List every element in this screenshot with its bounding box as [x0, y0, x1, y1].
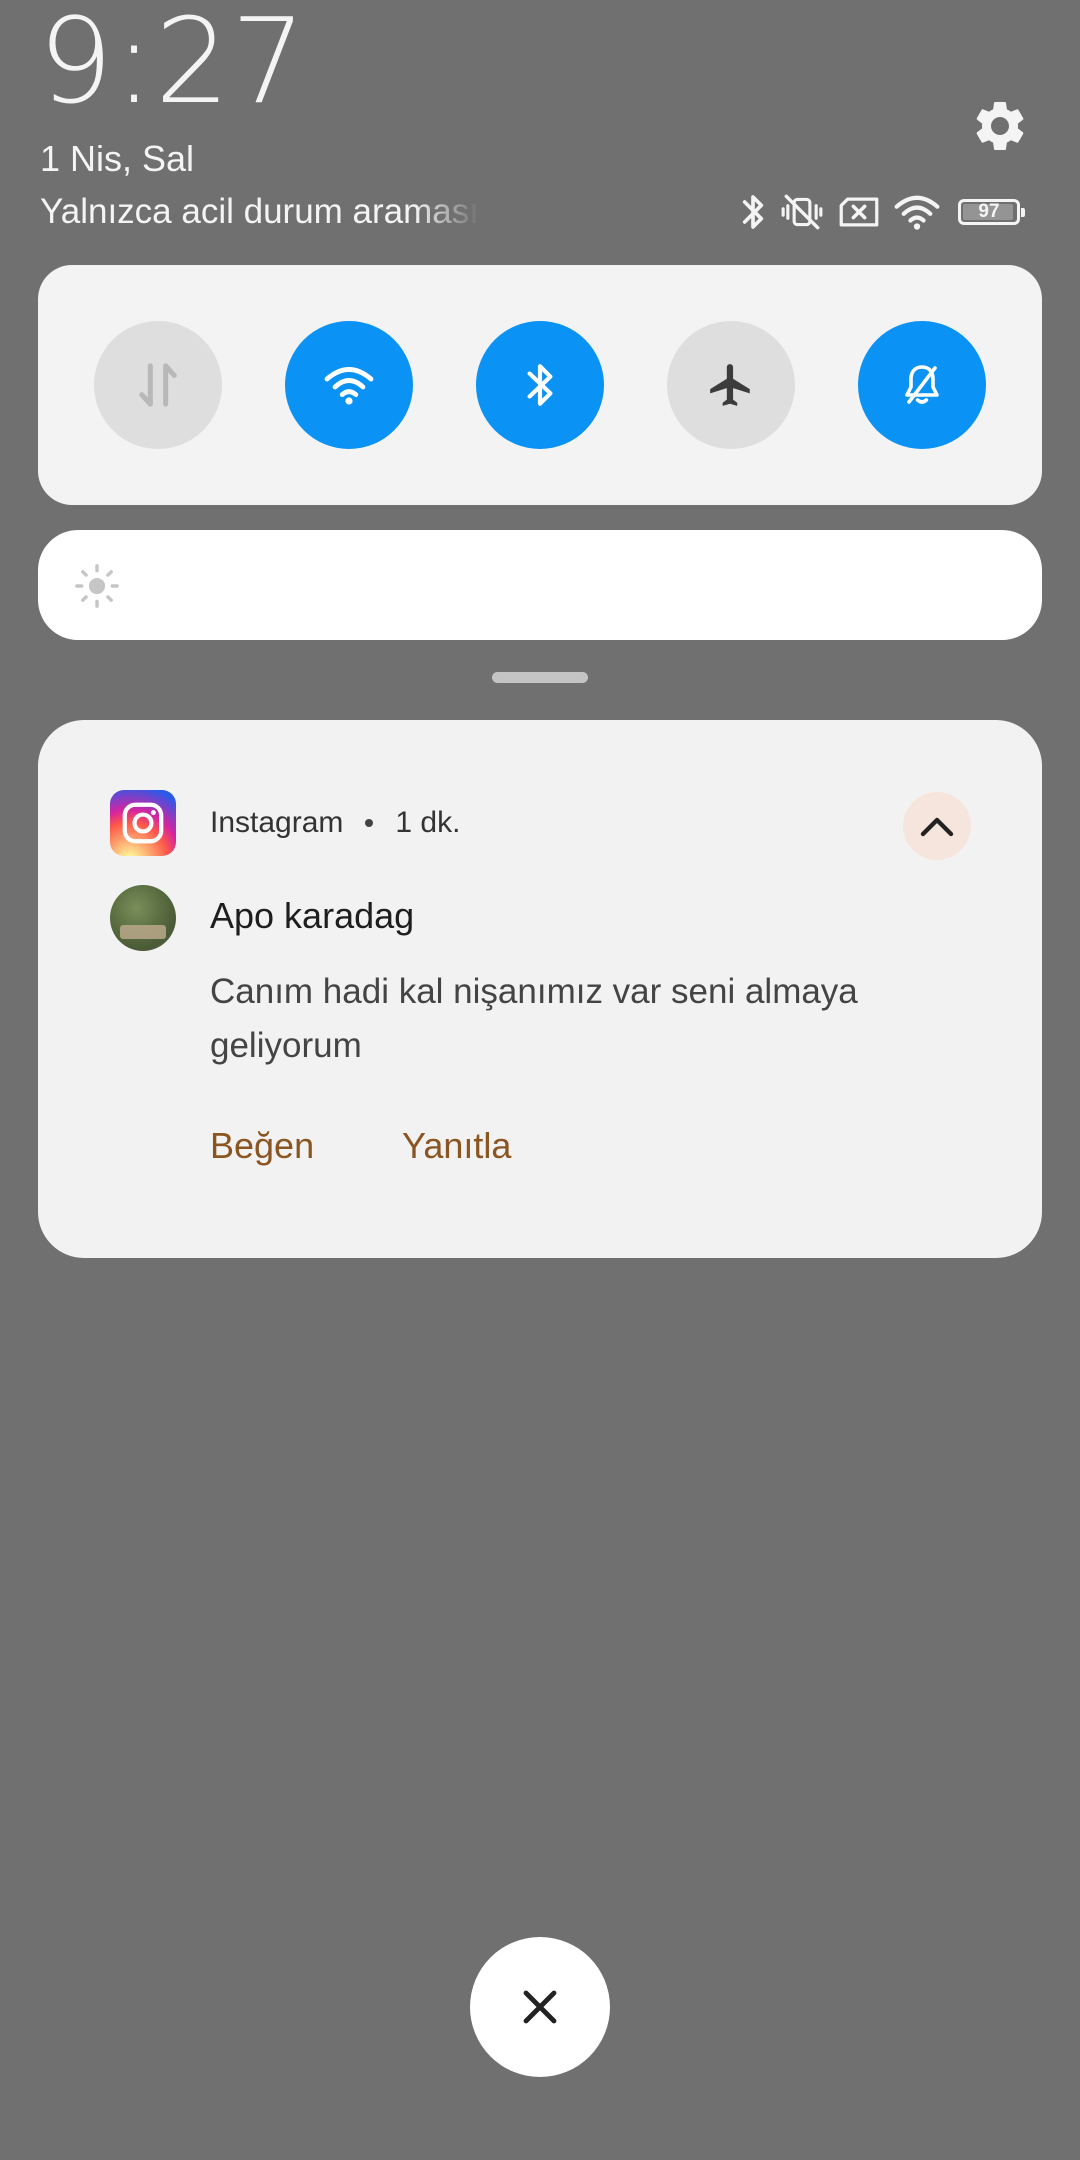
- notification-time: 1 dk.: [395, 806, 461, 839]
- wifi-icon: [324, 367, 374, 405]
- close-icon: [523, 1990, 557, 2024]
- reply-button[interactable]: Yanıtla: [402, 1125, 511, 1167]
- like-button[interactable]: Beğen: [210, 1125, 314, 1167]
- brightness-slider[interactable]: [38, 530, 1042, 640]
- clock: 9:27: [38, 0, 307, 130]
- battery-level: 97: [978, 201, 1000, 222]
- bluetooth-status-icon: [740, 192, 766, 232]
- battery-indicator: 97: [958, 199, 1025, 225]
- message-text: Canım hadi kal nişanımız var seni almaya…: [210, 972, 858, 1065]
- bluetooth-icon: [527, 364, 553, 406]
- wifi-status-icon: [894, 194, 940, 230]
- toggle-mute[interactable]: [858, 321, 986, 449]
- vibrate-off-icon: [780, 192, 824, 232]
- carrier-status: Yalnızca acil durum araması: [40, 192, 479, 231]
- app-name: Instagram: [210, 806, 344, 839]
- settings-button[interactable]: [970, 96, 1030, 156]
- sender-avatar: [110, 885, 176, 951]
- chevron-up-icon: [920, 817, 954, 837]
- bell-off-icon: [905, 365, 939, 404]
- clear-all-button[interactable]: [470, 1937, 610, 2077]
- instagram-app-icon: [110, 790, 176, 856]
- status-icons: 97: [740, 190, 1025, 234]
- instagram-icon: [122, 802, 164, 844]
- data-arrows-icon: [139, 363, 177, 407]
- panel-drag-handle[interactable]: [492, 672, 588, 683]
- toggle-bluetooth[interactable]: [476, 321, 604, 449]
- notification-header: Instagram 1 dk.: [210, 806, 460, 840]
- sender-name: Apo karadag: [210, 895, 415, 936]
- toggle-mobile-data[interactable]: [94, 321, 222, 449]
- notification-card[interactable]: Instagram 1 dk. Apo karadag Canım hadi k…: [38, 720, 1042, 1258]
- no-sim-icon: [838, 195, 880, 229]
- sun-icon: [75, 564, 119, 608]
- collapse-button[interactable]: [903, 792, 971, 860]
- toggle-wifi[interactable]: [285, 321, 413, 449]
- gear-icon: [976, 101, 1024, 150]
- separator-dot: [365, 819, 374, 827]
- quick-toggles-panel: [38, 265, 1042, 505]
- date-label: 1 Nis, Sal: [40, 138, 195, 179]
- toggle-airplane[interactable]: [667, 321, 795, 449]
- airplane-icon: [710, 364, 750, 406]
